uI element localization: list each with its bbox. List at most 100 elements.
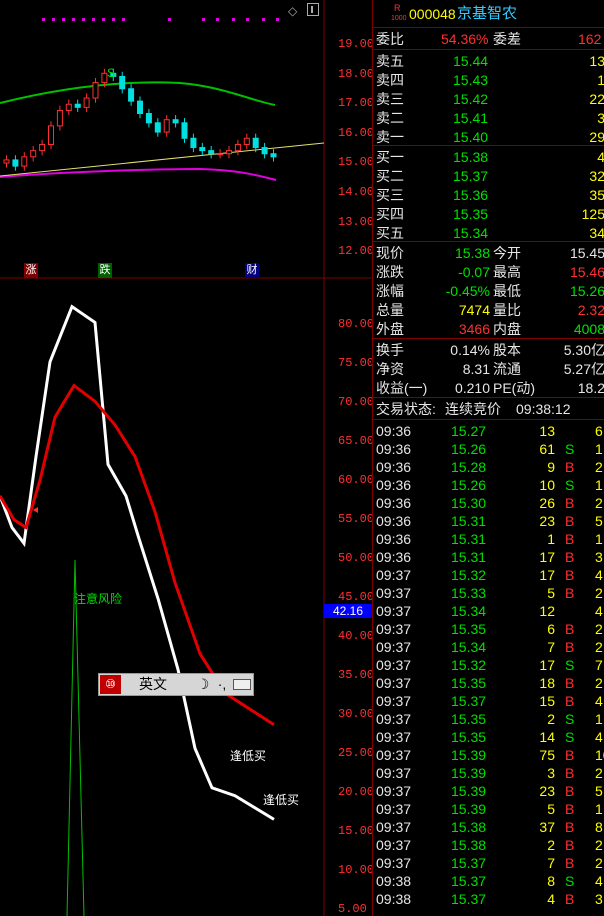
ime-logo-icon[interactable]: ⑩ [100,675,121,694]
candle-body [226,150,232,155]
tick-count: 2 [595,855,603,871]
weibi-row: 委比 54.36% 委差 162 [373,30,604,48]
tick-price: 15.35 [451,675,487,691]
tick-count: 1 [595,711,603,727]
tick-row: 09:37 15.39 3 B 2 [373,764,604,782]
tick-count: 2 [595,459,603,475]
tick-volume: 7 [547,639,555,655]
moon-icon[interactable]: ☽ [195,676,211,693]
quote-value: -0.45% [445,283,490,299]
tick-time: 09:38 [376,891,412,907]
tick-price: 15.38 [451,837,487,853]
buy-price: 15.34 [453,225,489,241]
tick-row: 09:38 15.37 8 S 4 [373,872,604,890]
tick-time: 09:37 [376,819,412,835]
tick-price: 15.26 [451,477,487,493]
quote-row: 外盘 3466 内盘 4008 [373,320,604,338]
tick-price: 15.33 [451,585,487,601]
tick-time: 09:37 [376,585,412,601]
candle-body [39,143,46,152]
zhang-marker[interactable]: 涨 [24,263,38,278]
signal-dot [202,18,205,21]
buy-volume: 34 [589,225,604,241]
candle-body [270,153,277,158]
ime-toolbar[interactable]: ⑩ 英文 ☽ ·, [98,673,254,696]
diamond-icon[interactable]: ◇ [288,4,297,18]
risk-spike-line [66,559,76,916]
tick-time: 09:37 [376,747,412,763]
tick-count: 1 [595,477,603,493]
quote-label-2: 最低 [493,283,521,299]
tick-count: 6 [595,423,603,439]
quote-value-2: 15.46 [569,264,604,280]
tick-volume: 5 [547,801,555,817]
tick-row: 09:37 15.33 5 B 2 [373,584,604,602]
sell-volume: 29 [589,129,604,145]
lower-axis-tick: 15.00 [338,824,375,838]
tick-side: S [565,441,575,457]
tick-time: 09:37 [376,675,412,691]
candle-body [154,122,161,133]
tick-side: S [565,873,575,889]
buy-level-label: 买四 [376,206,404,222]
buy-level-label: 买二 [376,168,404,184]
stock-name[interactable]: 京基智农 [457,5,517,23]
tick-row: 09:36 15.27 13 6 [373,422,604,440]
tick-time: 09:37 [376,729,412,745]
lower-axis-tick: 10.00 [338,863,375,877]
quote-label-2: 内盘 [493,321,521,337]
tick-side: B [565,531,575,547]
chart-canvas[interactable] [0,0,372,916]
candle-body [128,88,135,102]
sell-price: 15.44 [453,53,489,69]
tick-side: B [565,567,575,583]
tick-price: 15.27 [451,423,487,439]
punctuation-icon[interactable]: ·, [215,676,229,693]
tick-volume: 17 [539,549,555,565]
tick-row: 09:37 15.35 6 B 2 [373,620,604,638]
tick-price: 15.34 [451,639,487,655]
tick-time: 09:38 [376,873,412,889]
signal-dot [62,18,65,21]
tick-count: 4 [595,567,603,583]
candle-body [12,159,19,167]
signal-dot [82,18,85,21]
ime-mode-label[interactable]: 英文 [139,676,167,693]
sell-level-label: 卖二 [376,110,404,126]
sell-row: 卖三 15.42 22 [373,90,604,108]
weicha-label: 委差 [493,31,521,47]
signal-dot [246,18,249,21]
sell-level-label: 卖五 [376,53,404,69]
tick-price: 15.31 [451,549,487,565]
die-marker[interactable]: 跌 [98,263,112,278]
cai-marker[interactable]: 财 [245,263,259,278]
quote-value-2: 15.45 [569,245,604,261]
candle-body [48,125,54,145]
window-toggle-icon[interactable] [307,3,319,16]
finance-value-2: 18.2 [577,380,604,396]
quote-value: 3466 [458,321,490,337]
candle-body [199,147,206,152]
sell-price: 15.42 [453,91,489,107]
quote-value: -0.07 [458,264,490,280]
signal-dot [168,18,171,21]
buy-price: 15.35 [453,206,489,222]
tick-row: 09:38 15.37 4 B 3 [373,890,604,908]
tick-side: B [565,495,575,511]
tick-volume: 15 [539,693,555,709]
tick-side: B [565,585,575,601]
tick-side: B [565,459,575,475]
stock-code[interactable]: 000048 [409,5,456,23]
keyboard-icon[interactable] [233,679,251,690]
finance-label: 收益(一) [376,380,428,396]
candle-body [74,103,81,108]
sell-volume: 22 [589,91,604,107]
tick-count: 1 [595,531,603,547]
tick-time: 09:36 [376,495,412,511]
upper-axis-tick: 17.00 [338,96,375,111]
chart-area[interactable]: 19.00 18.00 17.00 16.00 15.00 14.00 13.00 12.00… [0,0,375,916]
finance-label-2: PE(动) [493,380,535,396]
signal-dot [92,18,95,21]
tick-volume: 6 [547,621,555,637]
tick-count: 1 [595,801,603,817]
